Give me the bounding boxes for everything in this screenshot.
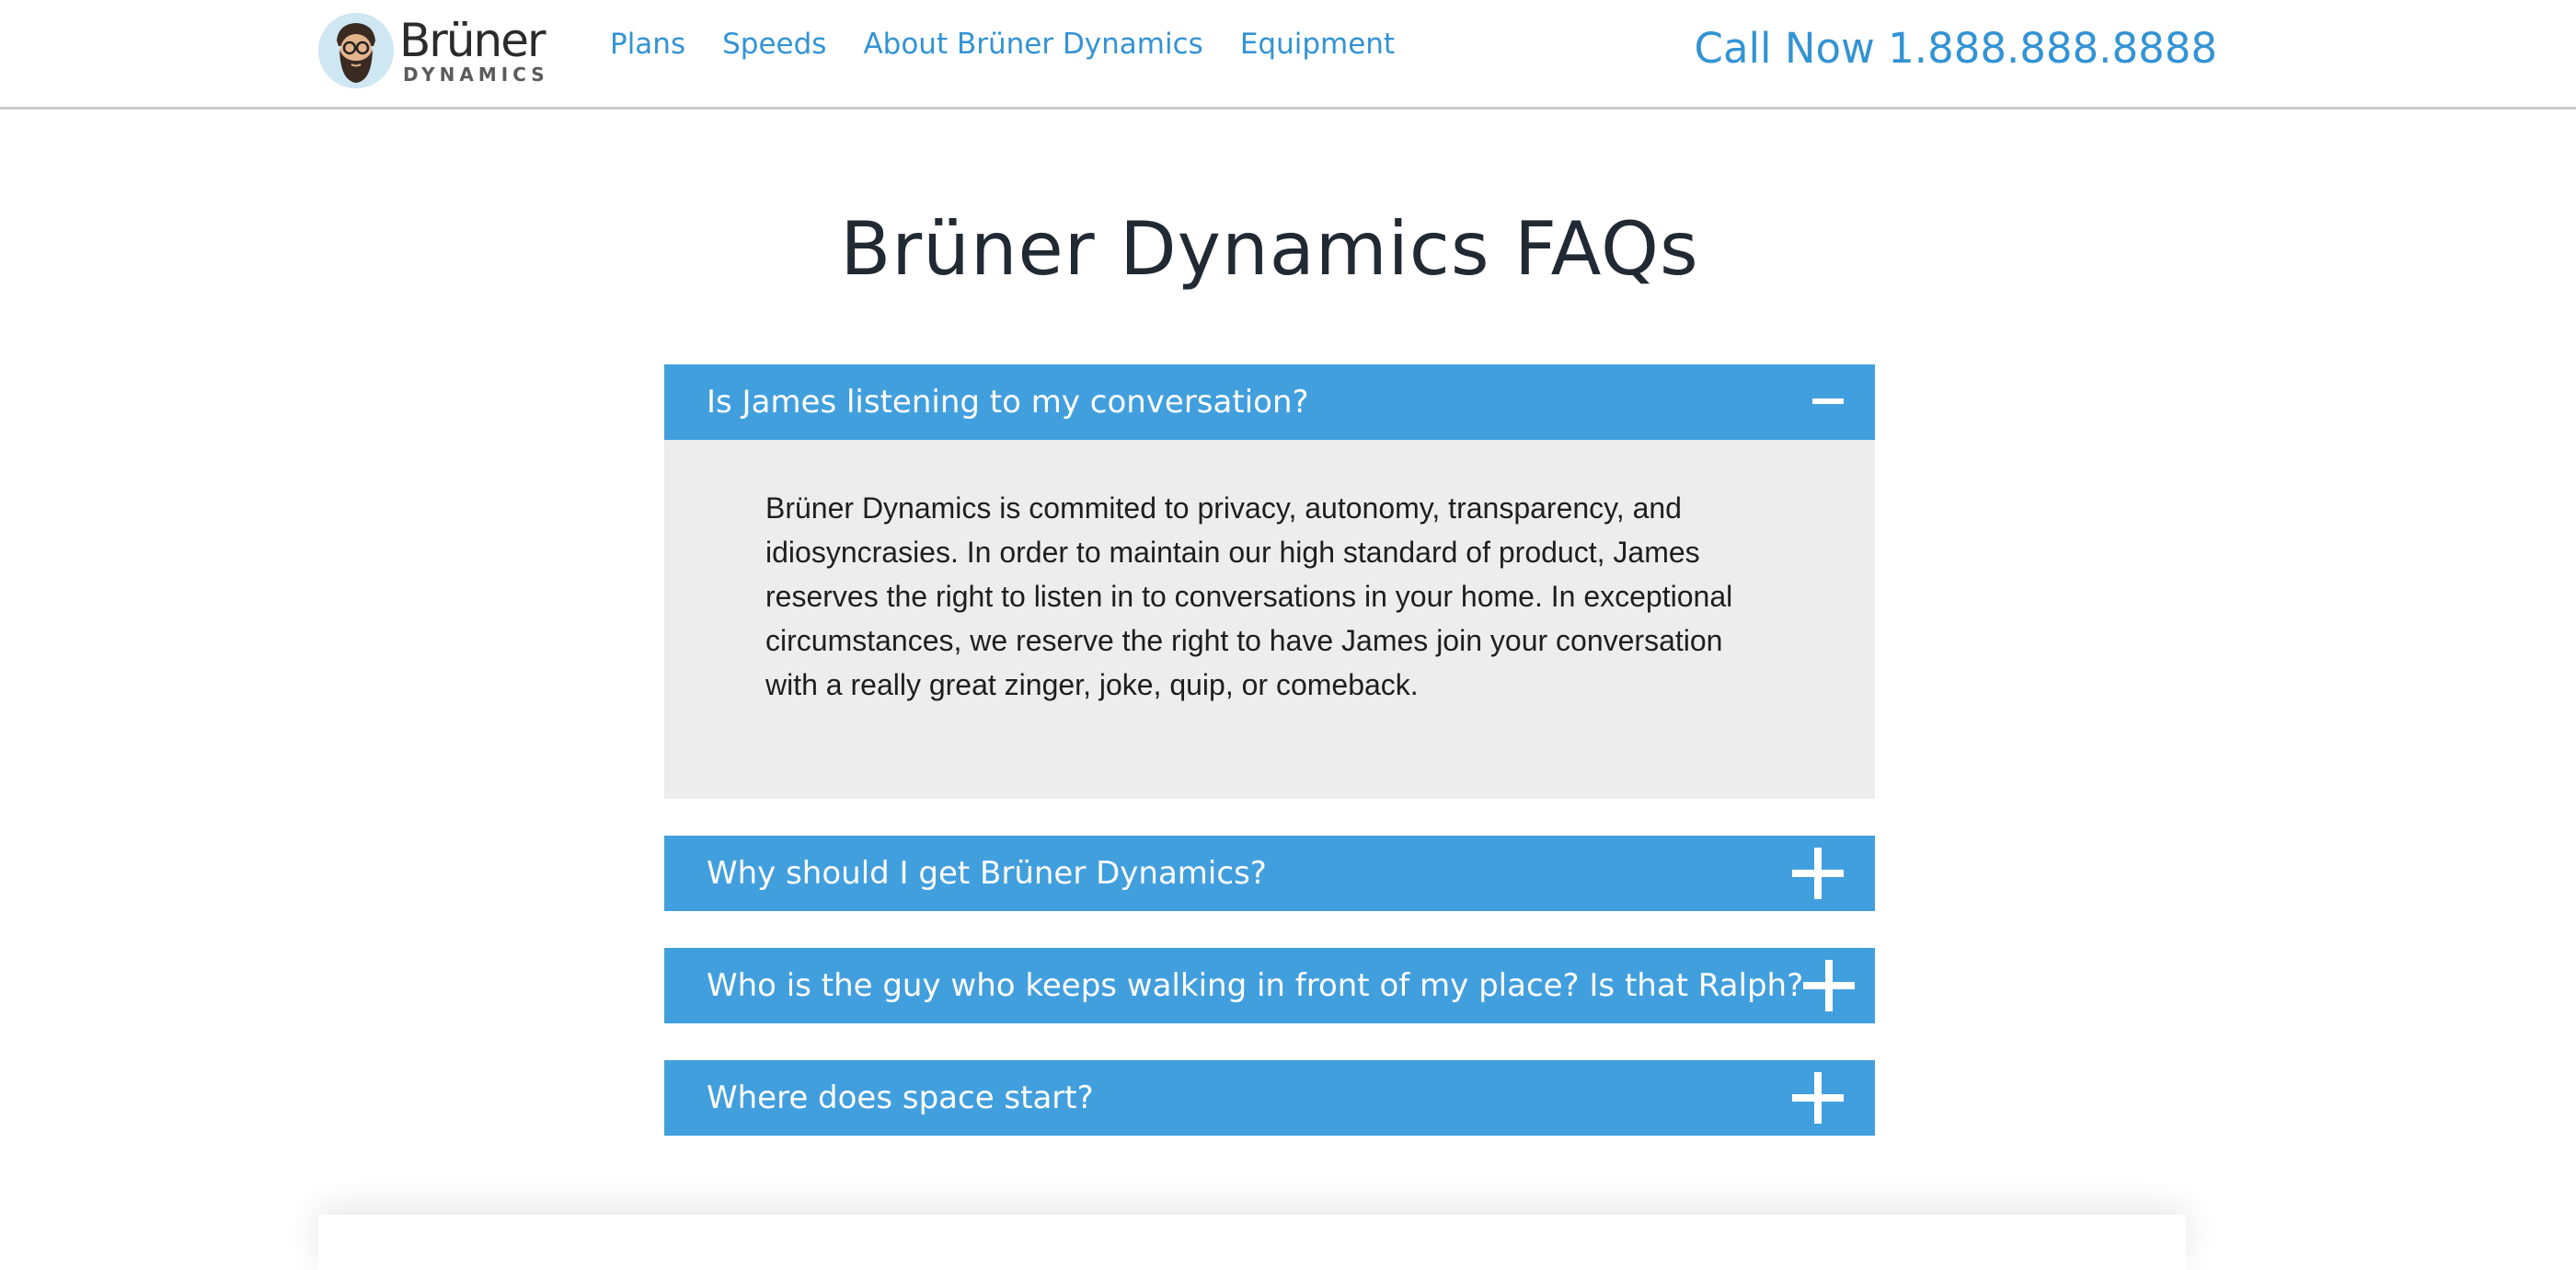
plus-icon[interactable] (1792, 848, 1844, 899)
faq-list: Is James listening to my conversation? B… (664, 364, 1875, 1172)
brand-name: Brüner (399, 14, 546, 67)
brand-logo[interactable]: Brüner DYNAMICS (318, 13, 549, 88)
faq-item: Who is the guy who keeps walking in fron… (664, 948, 1875, 1023)
minus-icon[interactable] (1812, 376, 1844, 428)
faq-answer-text: Brüner Dynamics is commited to privacy, … (765, 491, 1733, 701)
faq-question-toggle[interactable]: Is James listening to my conversation? (664, 364, 1875, 440)
brand-wordmark: Brüner DYNAMICS (399, 17, 549, 84)
faq-question-text: Is James listening to my conversation? (707, 384, 1309, 421)
faq-item: Why should I get Brüner Dynamics? (664, 836, 1875, 911)
bearded-man-avatar-icon (318, 13, 394, 88)
faq-item: Where does space start? (664, 1060, 1875, 1136)
nav-link-about[interactable]: About Brüner Dynamics (863, 28, 1202, 61)
nav-link-speeds[interactable]: Speeds (722, 28, 826, 61)
nav-link-plans[interactable]: Plans (610, 28, 685, 61)
faq-answer: Brüner Dynamics is commited to privacy, … (664, 440, 1875, 799)
faq-question-toggle[interactable]: Who is the guy who keeps walking in fron… (664, 948, 1875, 1023)
brand-subtitle: DYNAMICS (403, 64, 549, 86)
plus-icon[interactable] (1792, 1072, 1844, 1124)
footer-edge (318, 1215, 2186, 1270)
faq-question-toggle[interactable]: Why should I get Brüner Dynamics? (664, 836, 1875, 911)
call-now-link[interactable]: Call Now 1.888.888.8888 (1695, 24, 2217, 73)
site-header: Brüner DYNAMICS Plans Speeds About Brüne… (0, 0, 2576, 110)
nav-link-equipment[interactable]: Equipment (1240, 28, 1395, 61)
faq-question-text: Where does space start? (707, 1080, 1094, 1116)
main-nav: Plans Speeds About Brüner Dynamics Equip… (610, 28, 1395, 61)
faq-question-toggle[interactable]: Where does space start? (664, 1060, 1875, 1136)
plus-icon[interactable] (1803, 960, 1856, 1011)
faq-question-text: Why should I get Brüner Dynamics? (707, 855, 1267, 892)
faq-question-text: Who is the guy who keeps walking in fron… (707, 967, 1804, 1004)
faq-item: Is James listening to my conversation? B… (664, 364, 1875, 799)
page-title: Brüner Dynamics FAQs (840, 206, 1699, 292)
